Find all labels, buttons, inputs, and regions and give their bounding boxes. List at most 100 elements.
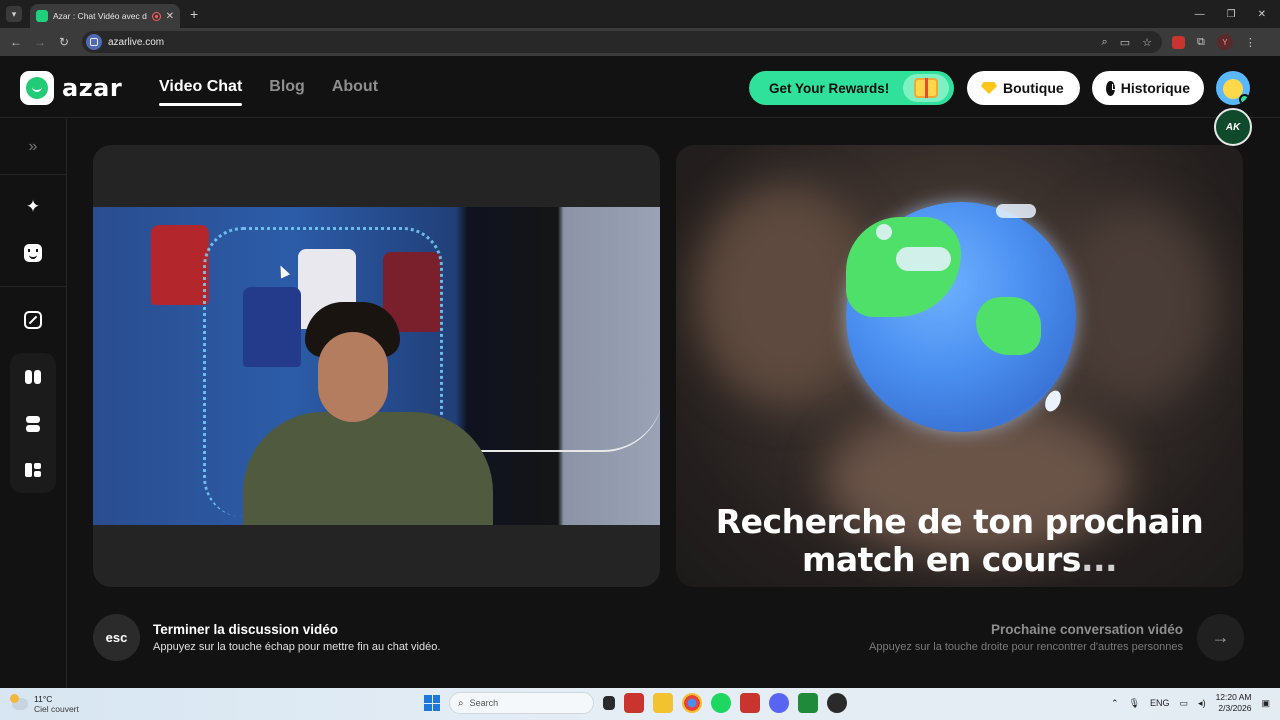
task-view-icon[interactable] <box>603 696 615 710</box>
minimize-icon[interactable]: — <box>1195 9 1205 20</box>
filters-button[interactable] <box>10 232 56 274</box>
main-nav: Video Chat Blog About <box>159 78 378 106</box>
cast-icon[interactable]: ▭ <box>1120 36 1130 49</box>
logo-text: azar <box>62 74 123 102</box>
extension-icon[interactable] <box>1172 35 1185 49</box>
layout-stacked-button[interactable] <box>10 403 56 445</box>
nav-blog[interactable]: Blog <box>269 78 305 102</box>
remote-video-panel: Recherche de ton prochain match en cours… <box>676 145 1243 587</box>
app-icon-3[interactable] <box>798 693 818 713</box>
system-clock[interactable]: 12:20 AM 2/3/2026 <box>1216 692 1252 714</box>
end-chat-button[interactable]: esc <box>93 614 140 661</box>
spotify-icon[interactable] <box>711 693 731 713</box>
browser-menu-icon[interactable]: ⋮ <box>1245 36 1256 49</box>
next-chat-button[interactable]: → <box>1197 614 1244 661</box>
obs-icon[interactable] <box>827 693 847 713</box>
azar-favicon-icon <box>36 10 48 22</box>
expand-sidebar-button[interactable]: » <box>10 126 56 168</box>
searching-line-2: match en cours <box>801 540 1081 579</box>
two-columns-icon <box>25 370 41 384</box>
layout-side-by-side-button[interactable] <box>10 356 56 398</box>
mixed-layout-icon <box>25 463 41 477</box>
bookmark-star-icon[interactable]: ☆ <box>1142 36 1152 49</box>
sidebar: » ✦ <box>0 119 67 688</box>
os-taskbar: 11°C Ciel couvert ⌕ Search ⌃ 🎙 ENG ▭ ◂) … <box>0 688 1280 720</box>
window-controls: — ❐ ✕ <box>1195 9 1266 20</box>
nav-about[interactable]: About <box>332 78 378 102</box>
chevron-up-icon[interactable]: ⌃ <box>1111 698 1119 709</box>
recording-icon <box>151 11 161 21</box>
azar-logo[interactable]: azar <box>20 71 122 105</box>
chevrons-right-icon: » <box>28 138 38 155</box>
taskbar-search[interactable]: ⌕ Search <box>449 692 594 714</box>
loading-dots: ... <box>1080 540 1118 579</box>
expand-icon <box>24 311 42 329</box>
two-rows-icon <box>26 416 40 432</box>
language-indicator[interactable]: ENG <box>1150 698 1170 708</box>
layout-pip-button[interactable] <box>10 449 56 491</box>
site-info-icon[interactable] <box>86 34 102 50</box>
back-icon[interactable]: ← <box>4 35 28 49</box>
user-avatar[interactable] <box>1216 71 1250 105</box>
url-text: azarlive.com <box>108 36 165 48</box>
fullscreen-button[interactable] <box>10 299 56 341</box>
new-tab-icon[interactable]: + <box>190 6 198 22</box>
rewards-button[interactable]: Get Your Rewards! <box>749 71 954 105</box>
zoom-icon[interactable]: ⌕ <box>1102 36 1108 49</box>
url-input[interactable]: azarlive.com ⌕ ▭ ☆ <box>82 31 1162 53</box>
history-button[interactable]: Historique <box>1092 71 1204 105</box>
nav-video-chat[interactable]: Video Chat <box>159 78 243 106</box>
microphone-icon[interactable]: 🎙 <box>1129 698 1140 709</box>
gift-icon <box>903 74 949 102</box>
close-window-icon[interactable]: ✕ <box>1258 9 1266 20</box>
next-chat-title: Prochaine conversation vidéo <box>990 622 1183 637</box>
ak-overlay-badge: AK <box>1214 108 1252 146</box>
app-icon-2[interactable] <box>740 693 760 713</box>
taskbar-search-label: Search <box>469 698 499 708</box>
notifications-icon[interactable]: ▣ <box>1261 698 1270 709</box>
searching-line-1: Recherche de ton prochain <box>715 502 1204 541</box>
file-explorer-icon[interactable] <box>653 693 673 713</box>
tab-search-icon[interactable]: ▾ <box>6 6 22 22</box>
local-camera-feed <box>93 207 660 525</box>
maximize-icon[interactable]: ❐ <box>1227 9 1236 20</box>
gem-icon <box>981 82 997 94</box>
arrow-right-icon: → <box>1211 627 1230 647</box>
clock-time: 12:20 AM <box>1215 692 1252 702</box>
chrome-icon[interactable] <box>682 693 702 713</box>
address-bar-row: ← → ↻ azarlive.com ⌕ ▭ ☆ ⧉ Y ⋮ <box>0 28 1280 56</box>
weather-widget[interactable]: 11°C Ciel couvert <box>10 694 79 714</box>
online-badge <box>1239 94 1250 105</box>
searching-status: Recherche de ton prochain match en cours… <box>676 503 1243 579</box>
system-tray: ⌃ 🎙 ENG ▭ ◂) 12:20 AM 2/3/2026 ▣ <box>1111 692 1270 714</box>
search-icon: ⌕ <box>458 697 464 709</box>
extensions-puzzle-icon[interactable]: ⧉ <box>1197 36 1205 49</box>
azar-logo-icon <box>20 71 54 105</box>
profile-avatar-icon[interactable]: Y <box>1216 34 1233 50</box>
weather-description: Ciel couvert <box>34 704 79 714</box>
network-icon[interactable]: ▭ <box>1180 698 1189 709</box>
cloudy-weather-icon <box>10 694 28 710</box>
browser-tab[interactable]: Azar : Chat Vidéo avec de n ✕ <box>30 4 180 28</box>
boutique-label: Boutique <box>1003 80 1064 96</box>
end-chat-description: Appuyez sur la touche échap pour mettre … <box>153 641 441 653</box>
browser-tab-bar: ▾ Azar : Chat Vidéo avec de n ✕ + — ❐ ✕ <box>0 0 1280 28</box>
face-filter-icon <box>24 244 42 262</box>
windows-start-icon[interactable] <box>424 695 440 711</box>
app-header: azar Video Chat Blog About Get Your Rewa… <box>0 56 1280 118</box>
magic-wand-icon: ✦ <box>25 197 41 216</box>
app-icon-1[interactable] <box>624 693 644 713</box>
local-video-panel <box>93 145 660 587</box>
rewards-label: Get Your Rewards! <box>769 80 890 96</box>
volume-icon[interactable]: ◂) <box>1198 698 1206 709</box>
tab-title: Azar : Chat Vidéo avec de n <box>53 11 147 21</box>
discord-icon[interactable] <box>769 693 789 713</box>
close-tab-icon[interactable]: ✕ <box>166 11 174 22</box>
history-label: Historique <box>1120 80 1190 96</box>
boutique-button[interactable]: Boutique <box>967 71 1080 105</box>
globe-icon <box>846 202 1076 432</box>
forward-icon[interactable]: → <box>28 35 52 49</box>
reload-icon[interactable]: ↻ <box>52 35 76 49</box>
effects-button[interactable]: ✦ <box>10 186 56 228</box>
next-chat-description: Appuyez sur la touche droite pour rencon… <box>869 641 1183 653</box>
